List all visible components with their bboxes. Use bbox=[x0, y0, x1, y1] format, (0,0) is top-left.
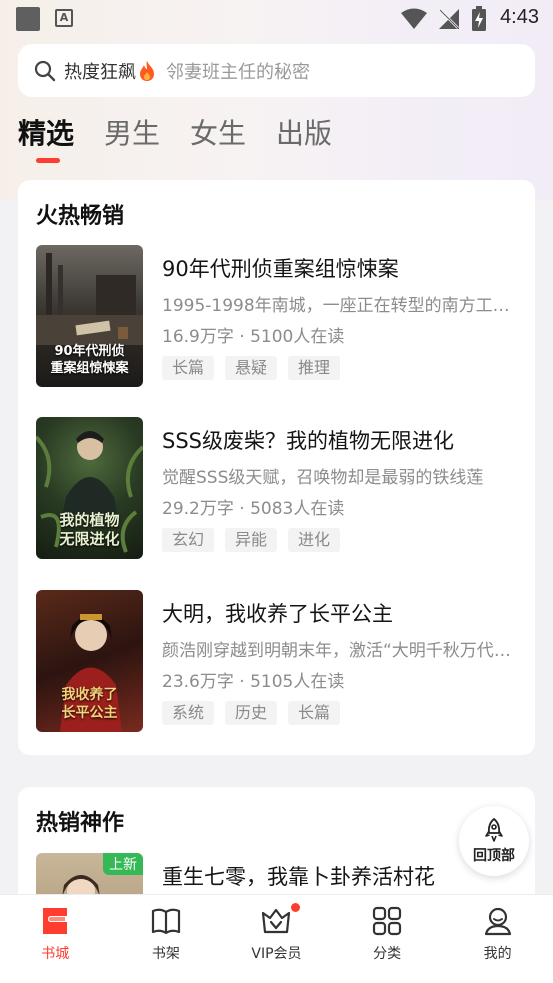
book-tags: 系统 历史 长篇 bbox=[162, 701, 351, 725]
category-icon bbox=[372, 906, 402, 936]
book-item[interactable]: 90年代刑侦 重案组惊悚案 90年代刑侦重案组惊悚案 1995-1998年南城，… bbox=[36, 245, 516, 387]
notification-square-icon bbox=[16, 7, 40, 31]
bottom-navigation: 书城 书架 VIP会员 分类 我的 bbox=[0, 894, 553, 983]
book-cover: 90年代刑侦 重案组惊悚案 bbox=[36, 245, 143, 387]
flame-icon bbox=[140, 60, 154, 81]
bookstore-icon bbox=[43, 908, 68, 934]
nav-bookstore[interactable]: 书城 bbox=[0, 895, 111, 983]
nav-bookshelf[interactable]: 书架 bbox=[111, 895, 222, 983]
battery-charging-icon bbox=[472, 6, 486, 31]
book-meta: 23.6万字 · 5105人在读 bbox=[162, 672, 345, 692]
book-description: 1995-1998年南城，一座正在转型的南方工业城市 bbox=[162, 296, 516, 316]
nav-label: 分类 bbox=[373, 946, 402, 962]
section-title: 火热畅销 bbox=[36, 204, 125, 229]
status-bar: A 4:43 bbox=[0, 0, 553, 38]
vip-icon bbox=[262, 908, 291, 934]
tag[interactable]: 异能 bbox=[225, 528, 278, 552]
book-tags: 长篇 悬疑 推理 bbox=[162, 356, 351, 380]
book-description: 颜浩刚穿越到明朝末年，激活“大明千秋万代系统” bbox=[162, 641, 516, 661]
rocket-icon bbox=[485, 818, 503, 842]
cover-title: 我收养了 长平公主 bbox=[61, 687, 118, 721]
nav-label: 书架 bbox=[151, 946, 180, 962]
back-to-top-label: 回顶部 bbox=[473, 848, 515, 864]
book-meta: 29.2万字 · 5083人在读 bbox=[162, 499, 345, 519]
tag[interactable]: 历史 bbox=[225, 701, 278, 725]
tab-male[interactable]: 男生 bbox=[104, 112, 160, 164]
nav-label: 我的 bbox=[483, 946, 512, 962]
tag[interactable]: 长篇 bbox=[162, 356, 215, 380]
nav-category[interactable]: 分类 bbox=[332, 895, 443, 983]
tag[interactable]: 悬疑 bbox=[225, 356, 278, 380]
book-item[interactable]: 我的植物 无限进化 SSS级废柴？我的植物无限进化 觉醒SSS级天赋，召唤物却是… bbox=[36, 417, 516, 559]
tag[interactable]: 长篇 bbox=[288, 701, 341, 725]
book-title: 大明，我收养了长平公主 bbox=[162, 602, 393, 626]
book-cover: 我收养了 长平公主 bbox=[36, 590, 143, 732]
book-title: SSS级废柴？我的植物无限进化 bbox=[162, 429, 454, 453]
tab-female[interactable]: 女生 bbox=[190, 112, 246, 164]
app-notification-icon: A bbox=[55, 9, 73, 27]
tab-publishing[interactable]: 出版 bbox=[276, 112, 332, 164]
nav-vip[interactable]: VIP会员 bbox=[221, 895, 332, 983]
hot-sellers-section: 火热畅销 90年代刑侦 重案组惊悚案 90年代刑侦重案组惊悚案 1995-199… bbox=[18, 180, 535, 755]
status-time: 4:43 bbox=[500, 6, 539, 28]
no-signal-icon bbox=[439, 9, 459, 29]
back-to-top-button[interactable]: 回顶部 bbox=[459, 806, 529, 876]
nav-label: 书城 bbox=[41, 946, 70, 962]
new-badge: 上新 bbox=[103, 853, 143, 875]
profile-icon bbox=[484, 907, 511, 936]
tag[interactable]: 推理 bbox=[288, 356, 341, 380]
tag[interactable]: 进化 bbox=[288, 528, 341, 552]
wifi-icon bbox=[401, 8, 427, 29]
tag[interactable]: 系统 bbox=[162, 701, 215, 725]
bookshelf-icon bbox=[151, 908, 180, 935]
section-title: 热销神作 bbox=[36, 811, 125, 836]
search-icon bbox=[34, 60, 56, 81]
hot-trend-label: 热度狂飙 bbox=[64, 61, 136, 83]
notification-dot bbox=[291, 903, 301, 912]
category-tabs: 精选 男生 女生 出版 bbox=[18, 112, 362, 164]
cover-title: 90年代刑侦 重案组惊悚案 bbox=[50, 344, 129, 376]
search-placeholder: 邻妻班主任的秘密 bbox=[166, 61, 310, 83]
book-tags: 玄幻 异能 进化 bbox=[162, 528, 351, 552]
cover-title: 我的植物 无限进化 bbox=[59, 511, 120, 548]
book-title: 90年代刑侦重案组惊悚案 bbox=[162, 257, 399, 281]
book-item[interactable]: 我收养了 长平公主 大明，我收养了长平公主 颜浩刚穿越到明朝末年，激活“大明千秋… bbox=[36, 590, 516, 732]
book-title: 重生七零，我靠卜卦养活村花 bbox=[162, 865, 435, 889]
active-tab-indicator bbox=[36, 158, 60, 163]
book-description: 觉醒SSS级天赋，召唤物却是最弱的铁线莲 bbox=[162, 468, 484, 488]
nav-profile[interactable]: 我的 bbox=[442, 895, 553, 983]
book-meta: 16.9万字 · 5100人在读 bbox=[162, 327, 345, 347]
nav-label: VIP会员 bbox=[251, 946, 302, 962]
search-bar[interactable]: 热度狂飙 邻妻班主任的秘密 bbox=[18, 44, 535, 97]
tab-featured[interactable]: 精选 bbox=[18, 112, 74, 164]
tag[interactable]: 玄幻 bbox=[162, 528, 215, 552]
book-cover: 我的植物 无限进化 bbox=[36, 417, 143, 559]
